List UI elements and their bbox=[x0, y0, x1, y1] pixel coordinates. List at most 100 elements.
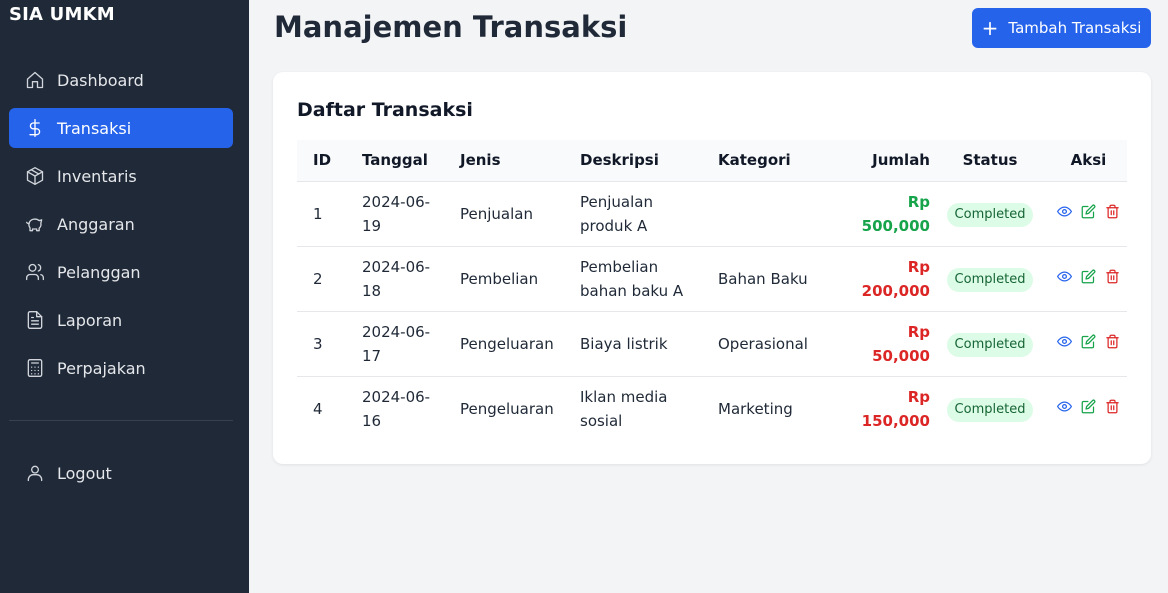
cell-jumlah: Rp 50,000 bbox=[831, 311, 930, 376]
jenis-value: Penjualan bbox=[460, 204, 533, 223]
date-part: 17 bbox=[362, 346, 382, 365]
add-transaction-label: Tambah Transaksi bbox=[1008, 19, 1142, 37]
date-part: 2024-06- bbox=[362, 322, 431, 341]
row-actions bbox=[1057, 269, 1120, 284]
cell-kategori bbox=[718, 181, 831, 246]
sidebar-item-label: Perpajakan bbox=[57, 358, 146, 378]
amount-currency: Rp bbox=[907, 257, 930, 276]
status-badge: Completed bbox=[946, 267, 1034, 292]
cell-id: 2 bbox=[297, 246, 362, 311]
deskripsi-part: bahan baku A bbox=[580, 281, 684, 300]
deskripsi-part: produk A bbox=[580, 216, 648, 235]
cell-status: Completed bbox=[930, 246, 1050, 311]
cell-deskripsi: Biaya listrik bbox=[580, 311, 718, 376]
column-header-jumlah: Jumlah bbox=[872, 151, 930, 170]
document-icon bbox=[25, 310, 45, 330]
card-title: Daftar Transaksi bbox=[297, 99, 473, 121]
id-value: 3 bbox=[313, 334, 323, 353]
transactions-table: ID Tanggal Jenis Deskripsi Kategori Juml… bbox=[297, 140, 1127, 441]
eye-icon[interactable] bbox=[1057, 399, 1072, 414]
sidebar-item-transaksi[interactable]: Transaksi bbox=[9, 108, 233, 148]
row-actions bbox=[1057, 334, 1120, 349]
logout-button[interactable]: Logout bbox=[9, 453, 233, 493]
row-actions bbox=[1057, 399, 1120, 414]
cell-jumlah: Rp 500,000 bbox=[831, 181, 930, 246]
deskripsi-part: Biaya listrik bbox=[580, 334, 668, 353]
sidebar-item-inventaris[interactable]: Inventaris bbox=[9, 156, 233, 196]
cell-aksi bbox=[1050, 376, 1127, 441]
cell-aksi bbox=[1050, 181, 1127, 246]
amount-value: 500,000 bbox=[861, 216, 930, 235]
date-part: 18 bbox=[362, 281, 382, 300]
sidebar-item-dashboard[interactable]: Dashboard bbox=[9, 60, 233, 100]
cell-id: 4 bbox=[297, 376, 362, 441]
sidebar-divider bbox=[9, 420, 233, 421]
sidebar-item-perpajakan[interactable]: Perpajakan bbox=[9, 348, 233, 388]
cell-jenis: Penjualan bbox=[460, 181, 580, 246]
logout-label: Logout bbox=[57, 463, 112, 483]
kategori-value: Operasional bbox=[718, 334, 808, 353]
kategori-value: Marketing bbox=[718, 399, 793, 418]
trash-icon[interactable] bbox=[1105, 399, 1120, 414]
box-icon bbox=[25, 166, 45, 186]
edit-icon[interactable] bbox=[1081, 334, 1096, 349]
sidebar-item-pelanggan[interactable]: Pelanggan bbox=[9, 252, 233, 292]
cell-jenis: Pengeluaran bbox=[460, 376, 580, 441]
cell-jenis: Pengeluaran bbox=[460, 311, 580, 376]
transactions-card: Daftar Transaksi ID Tanggal Jenis Deskri… bbox=[273, 72, 1151, 464]
eye-icon[interactable] bbox=[1057, 269, 1072, 284]
add-transaction-button[interactable]: + Tambah Transaksi bbox=[972, 8, 1151, 48]
sidebar-item-anggaran[interactable]: Anggaran bbox=[9, 204, 233, 244]
cell-aksi bbox=[1050, 311, 1127, 376]
column-header-deskripsi: Deskripsi bbox=[580, 151, 659, 170]
date-part: 19 bbox=[362, 216, 382, 235]
id-value: 2 bbox=[313, 269, 323, 288]
status-badge: Completed bbox=[946, 202, 1034, 227]
eye-icon[interactable] bbox=[1057, 204, 1072, 219]
sidebar-nav: Dashboard Transaksi Inventaris Anggaran … bbox=[9, 60, 233, 396]
cell-deskripsi: Pembelian bahan baku A bbox=[580, 246, 718, 311]
table-header-row: ID Tanggal Jenis Deskripsi Kategori Juml… bbox=[297, 140, 1127, 181]
calculator-icon bbox=[25, 358, 45, 378]
cell-jumlah: Rp 150,000 bbox=[831, 376, 930, 441]
jenis-value: Pembelian bbox=[460, 269, 539, 288]
cell-id: 3 bbox=[297, 311, 362, 376]
trash-icon[interactable] bbox=[1105, 334, 1120, 349]
cell-kategori: Marketing bbox=[718, 376, 831, 441]
cell-deskripsi: Penjualan produk A bbox=[580, 181, 718, 246]
sidebar-item-label: Transaksi bbox=[57, 118, 132, 138]
deskripsi-part: Penjualan bbox=[580, 192, 653, 211]
cell-status: Completed bbox=[930, 311, 1050, 376]
dollar-icon bbox=[25, 118, 45, 138]
jenis-value: Pengeluaran bbox=[460, 334, 554, 353]
logout-section: Logout bbox=[9, 453, 233, 501]
id-value: 1 bbox=[313, 204, 323, 223]
sidebar-item-label: Laporan bbox=[57, 310, 123, 330]
trash-icon[interactable] bbox=[1105, 204, 1120, 219]
home-icon bbox=[25, 70, 45, 90]
sidebar-item-label: Dashboard bbox=[57, 70, 144, 90]
user-icon bbox=[25, 463, 45, 483]
deskripsi-part: Iklan media bbox=[580, 387, 668, 406]
status-badge: Completed bbox=[946, 397, 1034, 422]
piggy-bank-icon bbox=[25, 214, 45, 234]
edit-icon[interactable] bbox=[1081, 204, 1096, 219]
table-row: 3 2024-06- 17 Pengeluaran Biaya listrik O… bbox=[297, 311, 1127, 376]
deskripsi-part: Pembelian bbox=[580, 257, 659, 276]
date-part: 2024-06- bbox=[362, 192, 431, 211]
cell-jenis: Pembelian bbox=[460, 246, 580, 311]
cell-kategori: Bahan Baku bbox=[718, 246, 831, 311]
table-row: 2 2024-06- 18 Pembelian Pembelian bahan ba… bbox=[297, 246, 1127, 311]
edit-icon[interactable] bbox=[1081, 269, 1096, 284]
eye-icon[interactable] bbox=[1057, 334, 1072, 349]
sidebar-item-laporan[interactable]: Laporan bbox=[9, 300, 233, 340]
edit-icon[interactable] bbox=[1081, 399, 1096, 414]
cell-tanggal: 2024-06- 19 bbox=[362, 181, 460, 246]
trash-icon[interactable] bbox=[1105, 269, 1120, 284]
amount-value: 50,000 bbox=[872, 346, 930, 365]
column-header-status: Status bbox=[962, 151, 1018, 170]
cell-status: Completed bbox=[930, 376, 1050, 441]
brand-logo[interactable]: SIA UMKM bbox=[9, 4, 115, 25]
cell-id: 1 bbox=[297, 181, 362, 246]
table-row: 1 2024-06- 19 Penjualan Penjualan produk A… bbox=[297, 181, 1127, 246]
